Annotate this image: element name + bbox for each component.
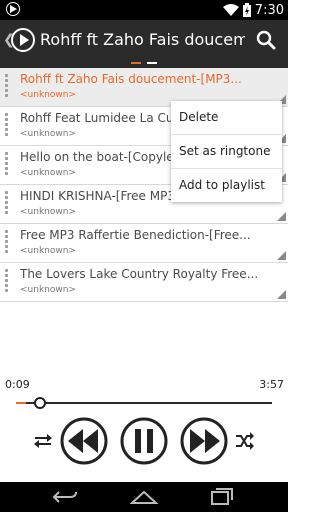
song-artist: <unknown> [20, 90, 76, 100]
playback-controls [0, 415, 288, 467]
now-playing-title: Rohff ft Zaho Fais doucemen... [40, 30, 245, 49]
shuffle-icon[interactable] [235, 432, 255, 450]
drag-handle-icon[interactable] [5, 230, 13, 256]
drag-handle-icon[interactable] [5, 269, 13, 295]
home-icon[interactable] [129, 487, 159, 507]
recents-icon[interactable] [208, 487, 234, 507]
seek-progress [16, 402, 26, 404]
search-icon[interactable] [254, 28, 278, 52]
song-artist: <unknown> [20, 246, 76, 256]
drag-handle-icon[interactable] [5, 74, 13, 100]
tab-indicator [0, 60, 288, 68]
song-artist: <unknown> [20, 207, 76, 217]
pause-icon[interactable] [120, 417, 168, 465]
item-menu-icon[interactable] [277, 251, 286, 260]
app-logo-icon[interactable] [11, 28, 35, 52]
drag-handle-icon[interactable] [5, 113, 13, 139]
total-time: 3:57 [259, 378, 284, 391]
song-title: Rohff ft Zaho Fais doucement-[MP3... [20, 72, 242, 86]
tab-indicator-active [131, 62, 141, 64]
back-icon[interactable] [50, 487, 78, 507]
list-item[interactable]: The Lovers Lake Country Royalty Free... … [0, 263, 288, 302]
song-artist: <unknown> [20, 285, 76, 295]
song-title: The Lovers Lake Country Royalty Free... [20, 267, 259, 281]
context-menu: Delete Set as ringtone Add to playlist [171, 101, 282, 202]
item-menu-icon[interactable] [277, 290, 286, 299]
battery-charging-icon [242, 3, 251, 17]
song-artist: <unknown> [20, 168, 76, 178]
seek-track [16, 402, 272, 404]
item-menu-icon[interactable] [277, 212, 286, 221]
song-artist: <unknown> [20, 129, 76, 139]
status-time: 7:30 [254, 2, 284, 18]
seek-thumb[interactable] [34, 397, 46, 409]
app-play-icon [6, 2, 20, 16]
menu-item-delete[interactable]: Delete [171, 101, 282, 135]
menu-item-add-to-playlist[interactable]: Add to playlist [171, 169, 282, 202]
status-bar: 7:30 [0, 0, 288, 20]
wifi-icon [222, 3, 239, 16]
repeat-icon[interactable] [33, 432, 53, 450]
seek-bar[interactable] [16, 396, 272, 410]
fast-forward-icon[interactable] [180, 417, 228, 465]
navigation-bar [0, 482, 288, 512]
tab-indicator-inactive [147, 62, 157, 64]
list-item[interactable]: Free MP3 Raffertie Benediction-[Free... … [0, 224, 288, 263]
song-title: Free MP3 Raffertie Benediction-[Free... [20, 228, 251, 242]
menu-item-set-ringtone[interactable]: Set as ringtone [171, 135, 282, 169]
drag-handle-icon[interactable] [5, 191, 13, 217]
rewind-icon[interactable] [60, 417, 108, 465]
drag-handle-icon[interactable] [5, 152, 13, 178]
action-bar: ❮ Rohff ft Zaho Fais doucemen... [0, 20, 288, 60]
current-time: 0:09 [5, 378, 30, 391]
